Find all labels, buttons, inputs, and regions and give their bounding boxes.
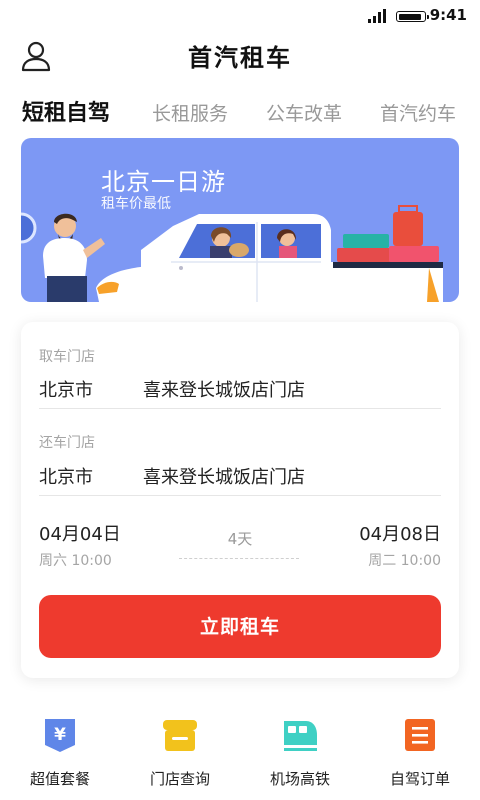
pickup-store[interactable]: 喜来登长城饭店门店 (143, 376, 305, 402)
tab-long-rental[interactable]: 长租服务 (152, 94, 228, 134)
tab-shouqi-ride[interactable]: 首汽约车 (380, 94, 456, 134)
return-store-field[interactable]: 北京市 喜来登长城饭店门店 (39, 461, 441, 496)
return-city[interactable]: 北京市 (39, 463, 93, 489)
nav-item-self-drive-orders[interactable]: 自驾订单 (360, 712, 480, 800)
store-icon (163, 720, 197, 751)
svg-text:¥: ¥ (54, 725, 66, 745)
nav-item-airport-rail[interactable]: 机场高铁 (240, 712, 360, 800)
promo-banner[interactable]: 北京一日游 租车价最低 (21, 138, 459, 302)
nav-label: 超值套餐 (29, 770, 90, 788)
app-title: 首汽租车 (188, 44, 292, 72)
pickup-city[interactable]: 北京市 (39, 376, 93, 402)
status-bar: 9:41 (0, 0, 480, 32)
pickup-store-field[interactable]: 北京市 喜来登长城饭店门店 (39, 374, 441, 409)
nav-label: 机场高铁 (269, 770, 330, 788)
rent-now-button[interactable]: 立即租车 (39, 595, 441, 658)
pickup-date[interactable]: 04月04日 (39, 520, 121, 546)
banner-illustration (21, 205, 443, 302)
bottom-nav: ¥ 超值套餐 门店查询 机场高铁 自驾订单 (0, 712, 480, 800)
signal-icon (368, 9, 386, 23)
booking-card: 取车门店 北京市 喜来登长城饭店门店 还车门店 北京市 喜来登长城饭店门店 04… (21, 322, 459, 678)
return-store[interactable]: 喜来登长城饭店门店 (143, 463, 305, 489)
tab-short-rental[interactable]: 短租自驾 (22, 94, 110, 134)
header: 首汽租车 (0, 32, 480, 80)
rental-duration: 4天 (227, 530, 253, 548)
duration-divider (179, 558, 299, 559)
order-list-icon (405, 719, 435, 751)
service-tabs: 短租自驾 长租服务 公车改革 首汽约车 (0, 94, 480, 134)
return-weekday-time[interactable]: 周二 10:00 (368, 550, 441, 570)
nav-label: 门店查询 (149, 770, 210, 788)
banner-title: 北京一日游 (101, 168, 226, 196)
return-label: 还车门店 (39, 435, 95, 451)
nav-item-store-search[interactable]: 门店查询 (120, 712, 240, 800)
banner-subtitle: 租车价最低 (101, 196, 171, 212)
return-date[interactable]: 04月08日 (359, 520, 441, 546)
nav-item-value-packages[interactable]: ¥ 超值套餐 (0, 712, 120, 800)
battery-icon (396, 11, 429, 22)
train-icon (284, 721, 317, 751)
nav-label: 自驾订单 (389, 770, 450, 788)
status-time: 9:41 (429, 6, 467, 24)
yen-shield-icon: ¥ (45, 719, 75, 752)
pickup-weekday-time[interactable]: 周六 10:00 (39, 550, 112, 570)
tab-official-car-reform[interactable]: 公车改革 (266, 94, 342, 134)
pickup-label: 取车门店 (39, 349, 95, 365)
